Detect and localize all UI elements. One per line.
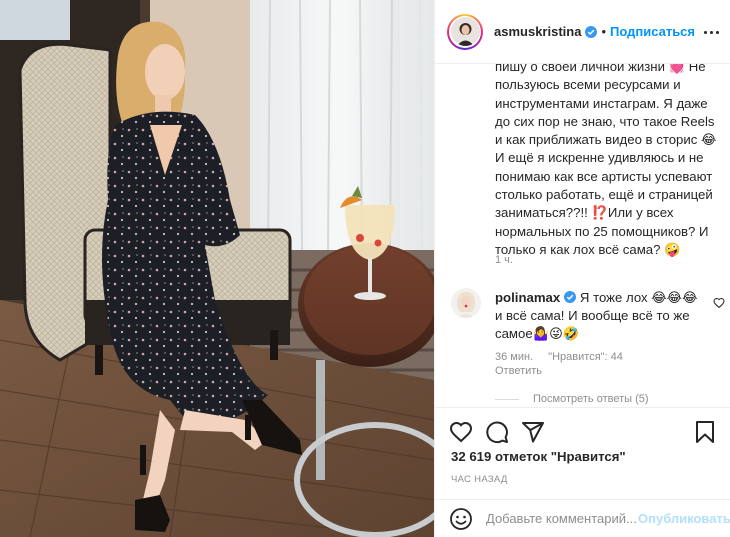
likes-count[interactable]: 32 619 отметок "Нравится" [451, 449, 626, 464]
heart-icon[interactable] [449, 420, 473, 444]
heart-icon[interactable] [713, 296, 725, 309]
comment-text: polinamax Я тоже лох 😂😂😂 и всё сама! И в… [495, 289, 700, 343]
comment-meta: 36 мин. "Нравится": 44 Ответить [495, 350, 635, 378]
caption-time: 1 ч. [495, 254, 513, 266]
post-photo-illustration [0, 0, 434, 537]
commenter-avatar[interactable] [451, 288, 481, 318]
post-side-panel: asmuskristina • Подписаться пишу о своей… [434, 0, 730, 537]
follow-button[interactable]: Подписаться [610, 24, 695, 39]
post-header: asmuskristina • Подписаться [435, 0, 730, 64]
comment-input[interactable] [486, 511, 636, 526]
verified-icon [585, 25, 598, 38]
separator-dot: • [601, 24, 606, 39]
post-photo[interactable] [0, 0, 434, 537]
reply-button[interactable]: Ответить [495, 364, 623, 378]
comments-section[interactable]: пишу о своей личной жизни 💓 Не пользуюсь… [435, 64, 730, 407]
more-icon[interactable] [701, 22, 721, 42]
author-avatar-image [450, 17, 480, 46]
comment-time: 36 мин. [495, 351, 534, 363]
instagram-post: asmuskristina • Подписаться пишу о своей… [0, 0, 730, 537]
comment-likes[interactable]: "Нравится": 44 [548, 351, 623, 363]
publish-button[interactable]: Опубликовать [638, 511, 730, 526]
post-time[interactable]: ЧАС НАЗАД [451, 474, 508, 485]
emoji-icon[interactable] [449, 507, 473, 531]
author-username[interactable]: asmuskristina [494, 24, 581, 39]
view-replies-label: Посмотреть ответы (5) [533, 393, 649, 405]
author-avatar[interactable] [447, 13, 483, 50]
action-bar [435, 407, 730, 455]
caption-text: пишу о своей личной жизни 💓 Не пользуюсь… [495, 64, 717, 257]
share-icon[interactable] [521, 420, 545, 444]
add-comment-bar: Опубликовать [435, 499, 730, 537]
commenter-username[interactable]: polinamax [495, 290, 560, 305]
verified-icon [564, 291, 577, 303]
view-replies-button[interactable]: Посмотреть ответы (5) [495, 393, 649, 405]
comment-icon[interactable] [485, 420, 509, 444]
view-replies-line [495, 398, 519, 400]
bookmark-icon[interactable] [693, 420, 717, 444]
